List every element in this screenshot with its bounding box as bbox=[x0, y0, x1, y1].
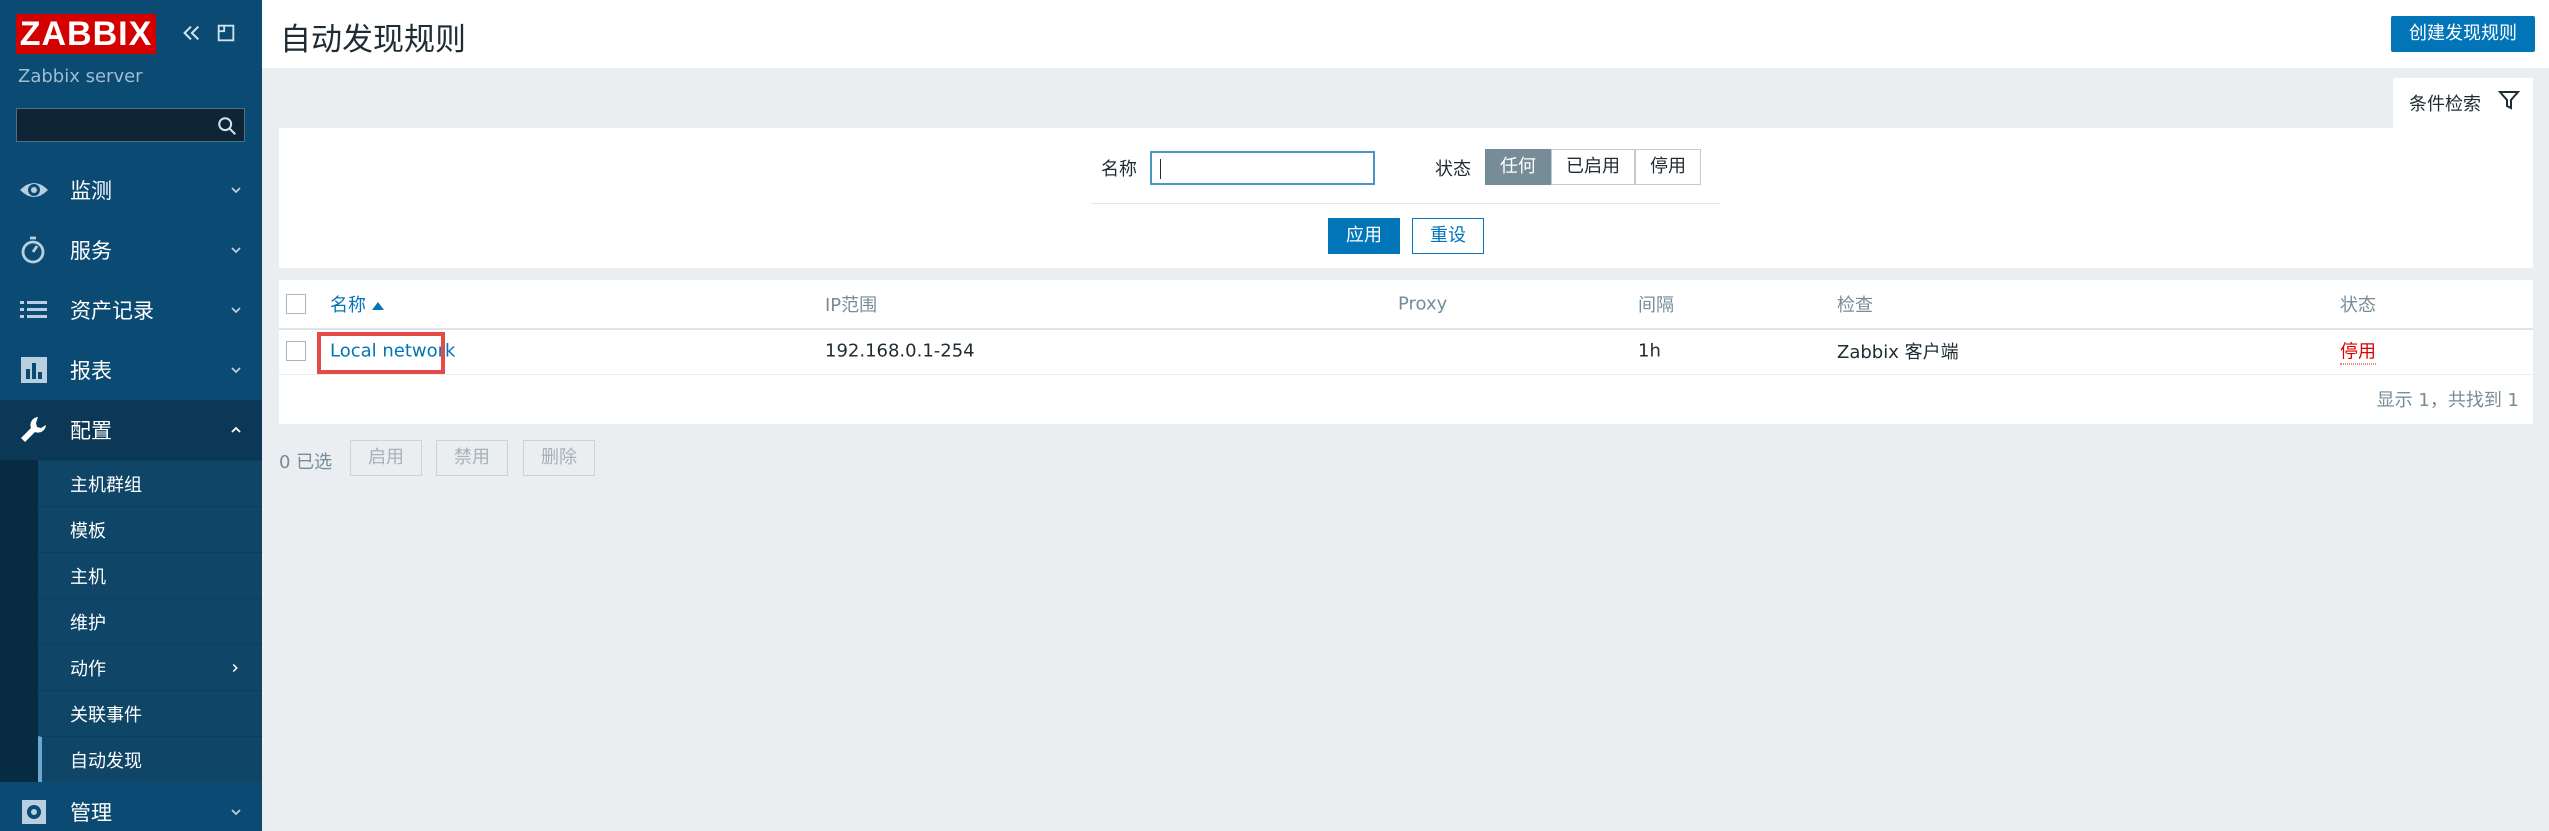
menu-label: 管理 bbox=[70, 801, 112, 825]
menu-item-reports[interactable]: 报表 bbox=[0, 340, 262, 400]
column-header-ip-range: IP范围 bbox=[825, 295, 878, 316]
discovery-rules-table: 名称 IP范围 Proxy 间隔 检查 状态 Local network 192… bbox=[279, 280, 2533, 424]
column-header-checks: 检查 bbox=[1837, 295, 1873, 316]
submenu-item-maintenance[interactable]: 维护 bbox=[38, 598, 262, 644]
submenu-item-hosts[interactable]: 主机 bbox=[38, 552, 262, 598]
filter-icon bbox=[2497, 91, 2521, 110]
disable-button[interactable]: 禁用 bbox=[436, 440, 508, 476]
sidebar: ZABBIX Zabbix server 监测 服务 资产记录 报表 配置 主机… bbox=[0, 0, 262, 831]
submenu-label: 主机群组 bbox=[70, 474, 142, 496]
filter-name-label: 名称 bbox=[1101, 159, 1137, 180]
table-header-row: 名称 IP范围 Proxy 间隔 检查 状态 bbox=[279, 280, 2533, 330]
submenu-item-templates[interactable]: 模板 bbox=[38, 506, 262, 552]
menu-item-monitoring[interactable]: 监测 bbox=[0, 160, 262, 220]
menu-label: 报表 bbox=[70, 359, 112, 383]
column-header-status: 状态 bbox=[2340, 295, 2376, 316]
menu-item-inventory[interactable]: 资产记录 bbox=[0, 280, 262, 340]
rule-checks: Zabbix 客户端 bbox=[1837, 342, 1959, 363]
status-option-enabled[interactable]: 已启用 bbox=[1551, 149, 1635, 185]
stopwatch-icon bbox=[18, 235, 50, 265]
delete-button[interactable]: 删除 bbox=[523, 440, 595, 476]
submenu-label: 模板 bbox=[70, 520, 106, 542]
page-title: 自动发现规则 bbox=[280, 22, 466, 58]
submenu-item-discovery[interactable]: 自动发现 bbox=[38, 736, 262, 782]
filter-tab[interactable]: 条件检索 bbox=[2393, 78, 2533, 128]
rule-ip-range: 192.168.0.1-254 bbox=[825, 340, 975, 362]
menu-label: 资产记录 bbox=[70, 299, 154, 323]
enable-button[interactable]: 启用 bbox=[350, 440, 422, 476]
status-segmented-control: 任何 已启用 停用 bbox=[1485, 149, 1701, 185]
chevron-down-icon bbox=[231, 307, 241, 314]
chevron-down-icon bbox=[231, 367, 241, 374]
filter-name-input[interactable] bbox=[1150, 151, 1375, 185]
table-footer-count: 显示 1，共找到 1 bbox=[2376, 390, 2519, 411]
select-all-checkbox[interactable] bbox=[286, 294, 306, 314]
chevron-up-icon bbox=[231, 426, 241, 433]
menu-item-services[interactable]: 服务 bbox=[0, 220, 262, 280]
reset-button[interactable]: 重设 bbox=[1412, 218, 1484, 254]
menu-label: 监测 bbox=[70, 179, 112, 203]
page-header: 自动发现规则 创建发现规则 bbox=[262, 0, 2549, 68]
status-option-disabled[interactable]: 停用 bbox=[1635, 149, 1701, 185]
filter-status-label: 状态 bbox=[1435, 159, 1471, 180]
menu-item-administration[interactable]: 管理 bbox=[0, 782, 262, 831]
menu-label: 服务 bbox=[70, 239, 112, 263]
row-checkbox[interactable] bbox=[286, 341, 306, 361]
collapse-sidebar-icon[interactable] bbox=[178, 20, 204, 46]
highlight-box bbox=[317, 332, 445, 374]
chevron-right-icon bbox=[232, 663, 238, 672]
submenu-label: 动作 bbox=[70, 658, 106, 680]
chevron-down-icon bbox=[231, 187, 241, 194]
text-caret bbox=[1160, 159, 1161, 179]
apply-button[interactable]: 应用 bbox=[1328, 218, 1400, 254]
sidebar-search-input[interactable] bbox=[16, 108, 245, 142]
menu-item-configuration[interactable]: 配置 bbox=[0, 400, 262, 460]
table-row: Local network 192.168.0.1-254 1h Zabbix … bbox=[279, 328, 2533, 375]
column-header-name[interactable]: 名称 bbox=[330, 291, 384, 317]
filter-divider bbox=[1091, 203, 1721, 204]
submenu-item-event-correlation[interactable]: 关联事件 bbox=[38, 690, 262, 736]
submenu-label: 自动发现 bbox=[70, 750, 142, 772]
rule-interval: 1h bbox=[1638, 340, 1661, 362]
column-header-proxy: Proxy bbox=[1398, 293, 1448, 315]
gear-icon bbox=[18, 797, 50, 827]
status-option-any[interactable]: 任何 bbox=[1485, 149, 1551, 185]
eye-icon bbox=[18, 175, 50, 205]
submenu-label: 维护 bbox=[70, 612, 106, 634]
wrench-icon bbox=[18, 415, 50, 445]
chevron-down-icon bbox=[231, 247, 241, 254]
rule-status-toggle[interactable]: 停用 bbox=[2340, 338, 2376, 365]
configuration-submenu: 主机群组 模板 主机 维护 动作 关联事件 自动发现 bbox=[0, 460, 262, 782]
filter-panel: 名称 状态 任何 已启用 停用 应用 重设 bbox=[279, 128, 2533, 268]
column-header-label: 名称 bbox=[330, 295, 366, 316]
sort-ascending-icon bbox=[372, 302, 384, 310]
server-name: Zabbix server bbox=[18, 66, 143, 87]
submenu-item-host-groups[interactable]: 主机群组 bbox=[38, 460, 262, 506]
selected-count: 0 已选 bbox=[279, 452, 333, 473]
submenu-item-actions[interactable]: 动作 bbox=[38, 644, 262, 690]
menu-label: 配置 bbox=[70, 419, 112, 443]
kiosk-mode-icon[interactable] bbox=[213, 20, 239, 46]
zabbix-logo[interactable]: ZABBIX bbox=[16, 14, 156, 54]
main-menu: 监测 服务 资产记录 报表 配置 主机群组 模板 主机 维护 动作 关联事件 自… bbox=[0, 160, 262, 831]
chart-icon bbox=[18, 355, 50, 385]
chevron-down-icon bbox=[231, 809, 241, 816]
filter-tab-label: 条件检索 bbox=[2409, 94, 2481, 115]
list-icon bbox=[18, 295, 50, 325]
create-discovery-rule-button[interactable]: 创建发现规则 bbox=[2391, 16, 2535, 52]
submenu-label: 关联事件 bbox=[70, 704, 142, 726]
submenu-label: 主机 bbox=[70, 566, 106, 588]
column-header-interval: 间隔 bbox=[1638, 295, 1674, 316]
search-icon[interactable] bbox=[216, 115, 238, 137]
